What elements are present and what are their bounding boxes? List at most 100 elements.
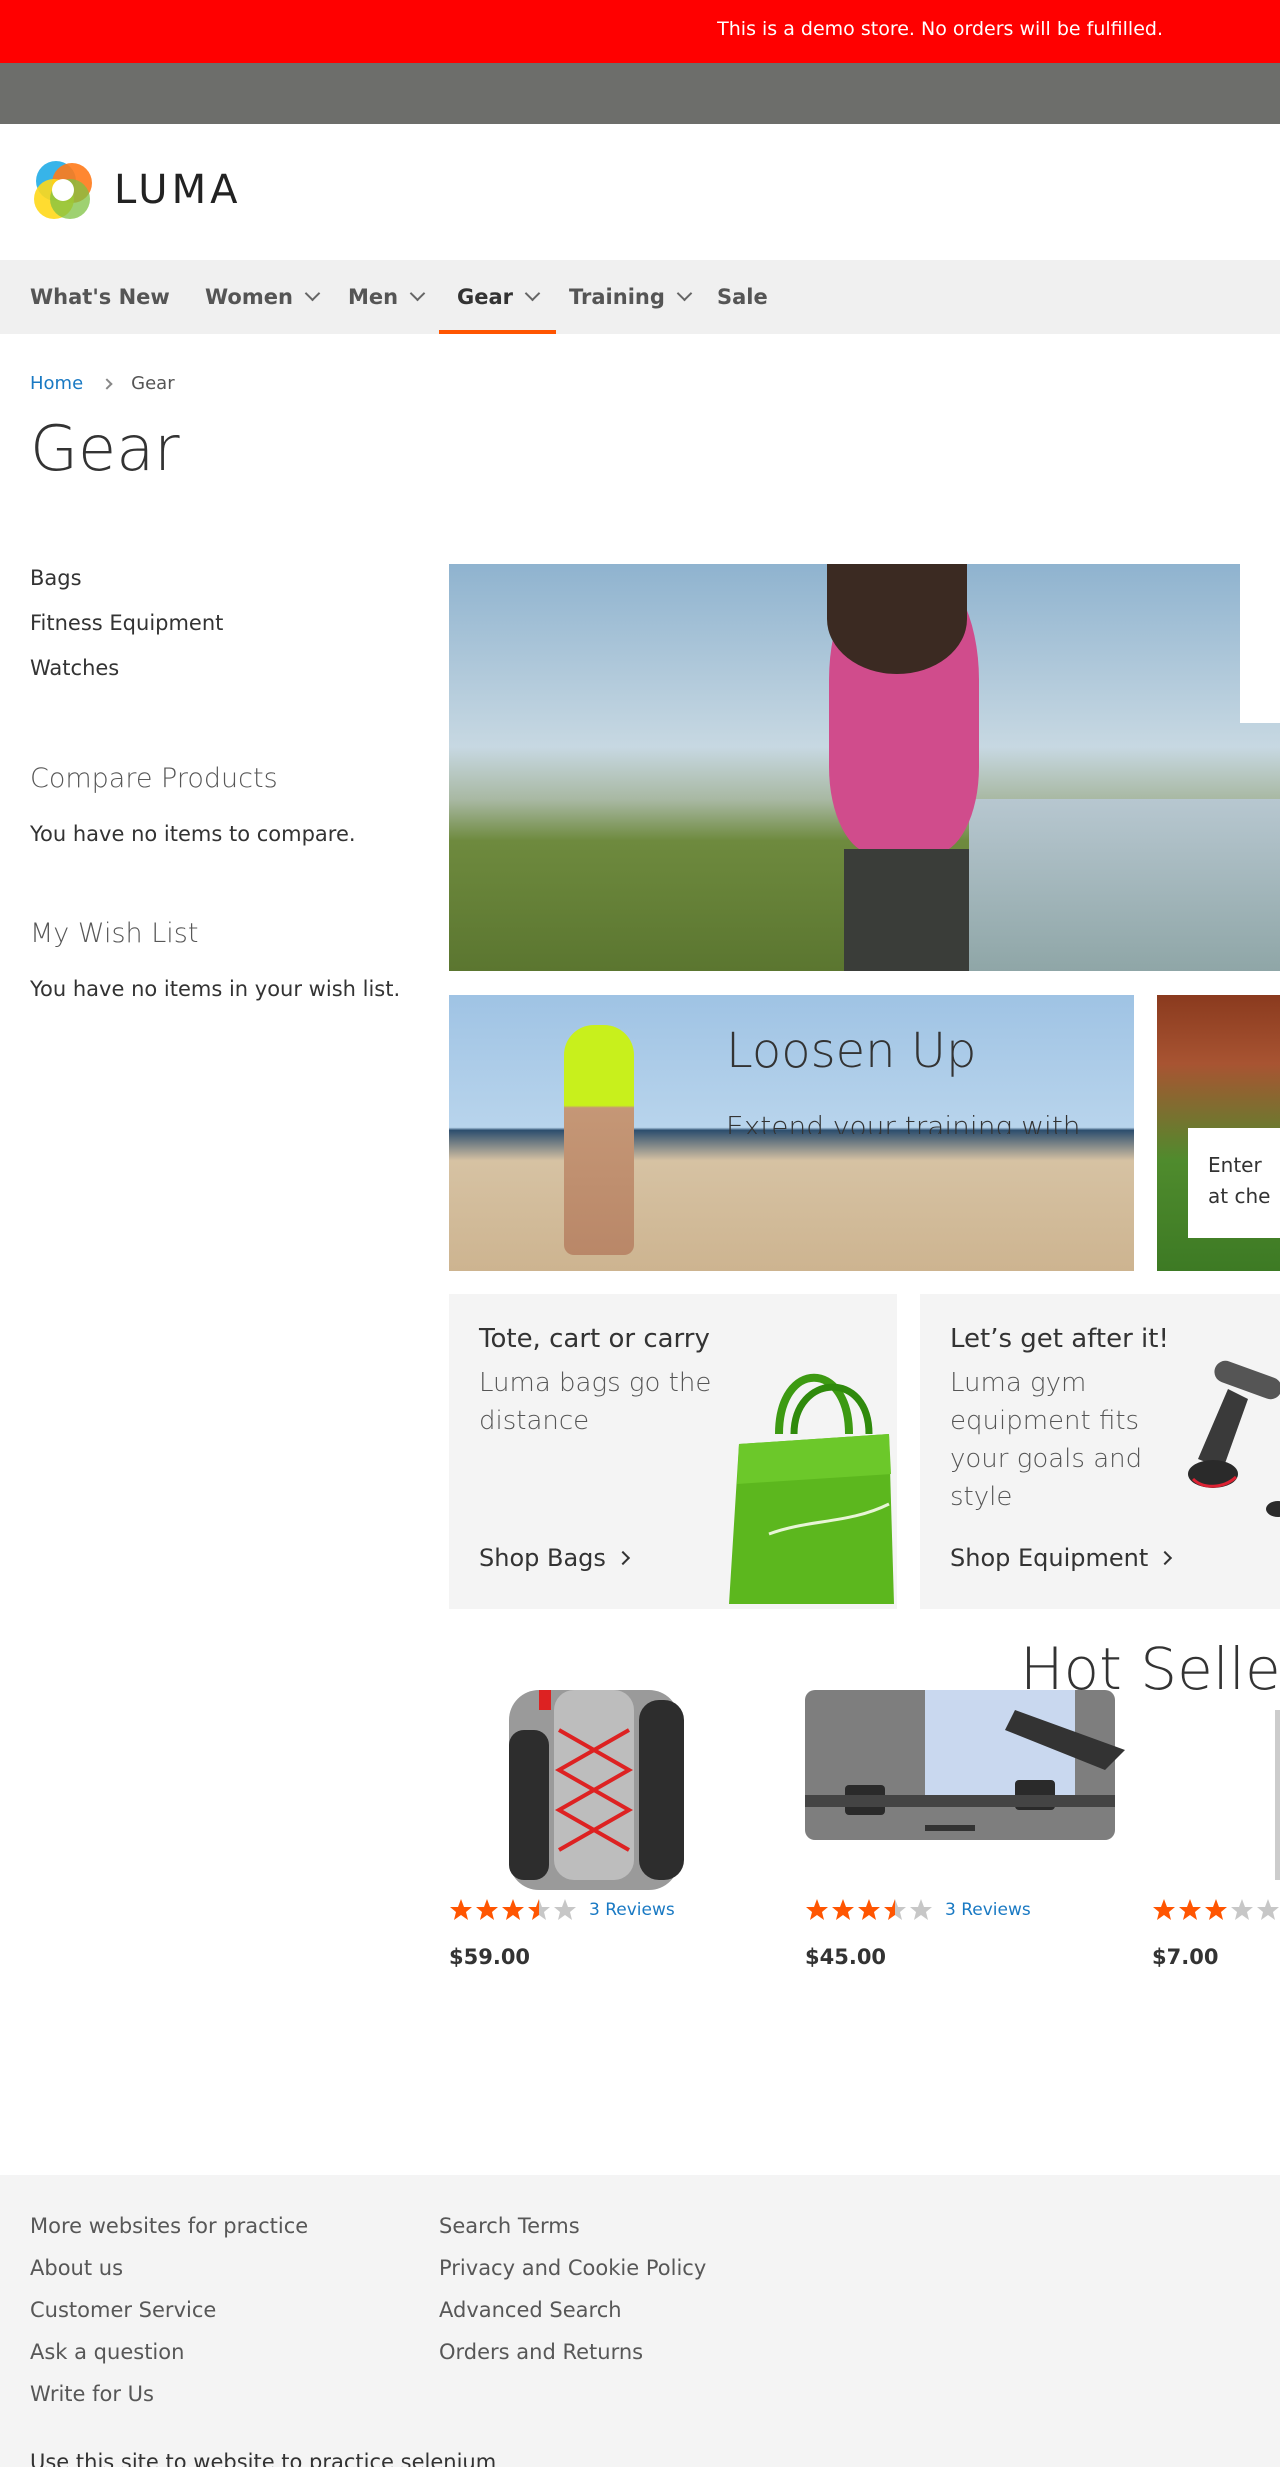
category-link-bags[interactable]: Bags bbox=[30, 556, 430, 601]
product-reviews-link[interactable]: 3 Reviews bbox=[589, 1900, 675, 1920]
hero-lake-image bbox=[969, 799, 1280, 971]
site-footer: More websites for practice About us Cust… bbox=[0, 2175, 1280, 2467]
category-link-fitness-equipment[interactable]: Fitness Equipment bbox=[30, 601, 430, 646]
footer-link[interactable]: About us bbox=[30, 2247, 308, 2289]
star-icon bbox=[1179, 1899, 1201, 1920]
logo-text: LUMA bbox=[114, 167, 242, 213]
product-image-edge bbox=[1275, 1710, 1280, 1880]
star-icon bbox=[884, 1899, 906, 1920]
shop-equipment-link[interactable]: Shop Equipment bbox=[950, 1544, 1173, 1572]
footer-link[interactable]: Write for Us bbox=[30, 2373, 308, 2415]
promo-loosen-up[interactable]: Loosen Up Extend your training with bbox=[449, 995, 1134, 1271]
chevron-down-icon bbox=[676, 285, 693, 302]
star-icon bbox=[910, 1899, 932, 1920]
product-price: $7.00 bbox=[1152, 1945, 1219, 1969]
chevron-right-icon bbox=[615, 1550, 630, 1566]
star-icon bbox=[806, 1899, 828, 1920]
footer-link[interactable]: Ask a question bbox=[30, 2331, 308, 2373]
category-link-watches[interactable]: Watches bbox=[30, 646, 430, 691]
product-rating: 3 Reviews bbox=[449, 1897, 749, 1923]
promo-loosen-up-text: Extend your training with bbox=[726, 1110, 1081, 1134]
rating-stars bbox=[449, 1898, 577, 1922]
nav-label: Gear bbox=[457, 285, 514, 309]
promo-second-banner[interactable]: Enter at che bbox=[1157, 995, 1280, 1271]
footer-link[interactable]: Orders and Returns bbox=[439, 2331, 706, 2373]
hero-info-card bbox=[1240, 564, 1280, 723]
star-icon bbox=[502, 1899, 524, 1920]
nav-item-whats-new[interactable]: What's New bbox=[30, 260, 170, 334]
backpack-image bbox=[509, 1690, 684, 1890]
tile-shop-equipment[interactable]: Let’s get after it! Luma gym equipment f… bbox=[920, 1294, 1280, 1609]
nav-label: Sale bbox=[717, 285, 768, 309]
product-card[interactable]: $7.00 bbox=[1152, 1690, 1280, 1969]
rating-stars bbox=[805, 1898, 933, 1922]
star-icon bbox=[554, 1899, 576, 1920]
footer-link[interactable]: Customer Service bbox=[30, 2289, 308, 2331]
nav-item-training[interactable]: Training bbox=[569, 260, 693, 334]
product-image[interactable] bbox=[1152, 1690, 1280, 1890]
nav-item-women[interactable]: Women bbox=[205, 260, 321, 334]
nav-label: Men bbox=[348, 285, 399, 309]
product-rating: 3 Reviews bbox=[805, 1897, 1135, 1923]
product-card[interactable]: 3 Reviews $59.00 bbox=[449, 1690, 749, 1969]
product-image[interactable] bbox=[449, 1690, 749, 1890]
product-reviews-link[interactable]: 3 Reviews bbox=[945, 1900, 1031, 1920]
chevron-right-icon bbox=[1158, 1550, 1173, 1566]
nav-item-gear[interactable]: Gear bbox=[438, 260, 557, 334]
product-card[interactable]: 3 Reviews $45.00 bbox=[805, 1690, 1135, 1969]
promo-second-text-box: Enter at che bbox=[1188, 1128, 1280, 1238]
tile-bags-text: Luma bags go the distance bbox=[479, 1368, 712, 1436]
breadcrumb: Home Gear bbox=[30, 373, 175, 394]
product-image[interactable] bbox=[805, 1690, 1135, 1890]
star-icon bbox=[1205, 1899, 1227, 1920]
product-price: $59.00 bbox=[449, 1945, 531, 1969]
tile-equipment-title: Let’s get after it! bbox=[950, 1324, 1169, 1354]
site-header: LUMA bbox=[0, 124, 1280, 260]
page-title: Gear bbox=[30, 412, 180, 485]
footer-links-column-2: Search Terms Privacy and Cookie Policy A… bbox=[439, 2205, 706, 2373]
star-icon bbox=[1231, 1899, 1253, 1920]
top-panel-bar bbox=[0, 63, 1280, 124]
star-icon bbox=[858, 1899, 880, 1920]
product-rating bbox=[1152, 1897, 1280, 1923]
tile-shop-bags[interactable]: Tote, cart or carry Luma bags go the dis… bbox=[449, 1294, 897, 1609]
chevron-down-icon bbox=[304, 285, 321, 302]
promo-second-text-line1: Enter bbox=[1208, 1153, 1262, 1177]
nav-item-sale[interactable]: Sale bbox=[717, 260, 768, 334]
nav-label: What's New bbox=[30, 285, 170, 309]
breadcrumb-current: Gear bbox=[131, 373, 175, 394]
footer-link[interactable]: Advanced Search bbox=[439, 2289, 706, 2331]
star-icon bbox=[1153, 1899, 1175, 1920]
demo-notice-text: This is a demo store. No orders will be … bbox=[717, 18, 1163, 40]
footer-link[interactable]: More websites for practice bbox=[30, 2205, 308, 2247]
shop-bags-link[interactable]: Shop Bags bbox=[479, 1544, 630, 1572]
logo[interactable]: LUMA bbox=[30, 157, 241, 223]
shop-equipment-label: Shop Equipment bbox=[950, 1544, 1149, 1572]
chevron-down-icon bbox=[524, 285, 541, 302]
tile-bags-title: Tote, cart or carry bbox=[479, 1324, 710, 1354]
wishlist-empty-text: You have no items in your wish list. bbox=[30, 977, 401, 1001]
chevron-down-icon bbox=[409, 285, 426, 302]
hero-hair-image bbox=[827, 564, 967, 674]
tile-equipment-text: Luma gym equipment fits your goals and s… bbox=[950, 1368, 1143, 1512]
demo-notice-bar: This is a demo store. No orders will be … bbox=[0, 0, 1280, 63]
luma-logo-icon bbox=[34, 161, 92, 219]
breadcrumb-home-link[interactable]: Home bbox=[30, 373, 83, 394]
footer-link[interactable]: Search Terms bbox=[439, 2205, 706, 2247]
rating-stars bbox=[1152, 1898, 1280, 1922]
compare-products-empty-text: You have no items to compare. bbox=[30, 822, 356, 846]
star-icon bbox=[1257, 1899, 1279, 1920]
sidebar: Bags Fitness Equipment Watches Compare P… bbox=[30, 556, 430, 1001]
main-navigation: What's New Women Men Gear Training Sale bbox=[0, 260, 1280, 334]
compare-products-title: Compare Products bbox=[30, 763, 278, 794]
hero-legs-image bbox=[844, 849, 969, 971]
star-icon bbox=[476, 1899, 498, 1920]
promo-second-text-line2: at che bbox=[1208, 1184, 1271, 1208]
chevron-right-icon bbox=[101, 377, 113, 390]
hero-banner[interactable] bbox=[449, 564, 1280, 971]
shop-bags-label: Shop Bags bbox=[479, 1544, 606, 1572]
green-tote-bag-image bbox=[729, 1374, 894, 1604]
messenger-bag-image bbox=[805, 1690, 1125, 1840]
nav-item-men[interactable]: Men bbox=[348, 260, 426, 334]
footer-link[interactable]: Privacy and Cookie Policy bbox=[439, 2247, 706, 2289]
